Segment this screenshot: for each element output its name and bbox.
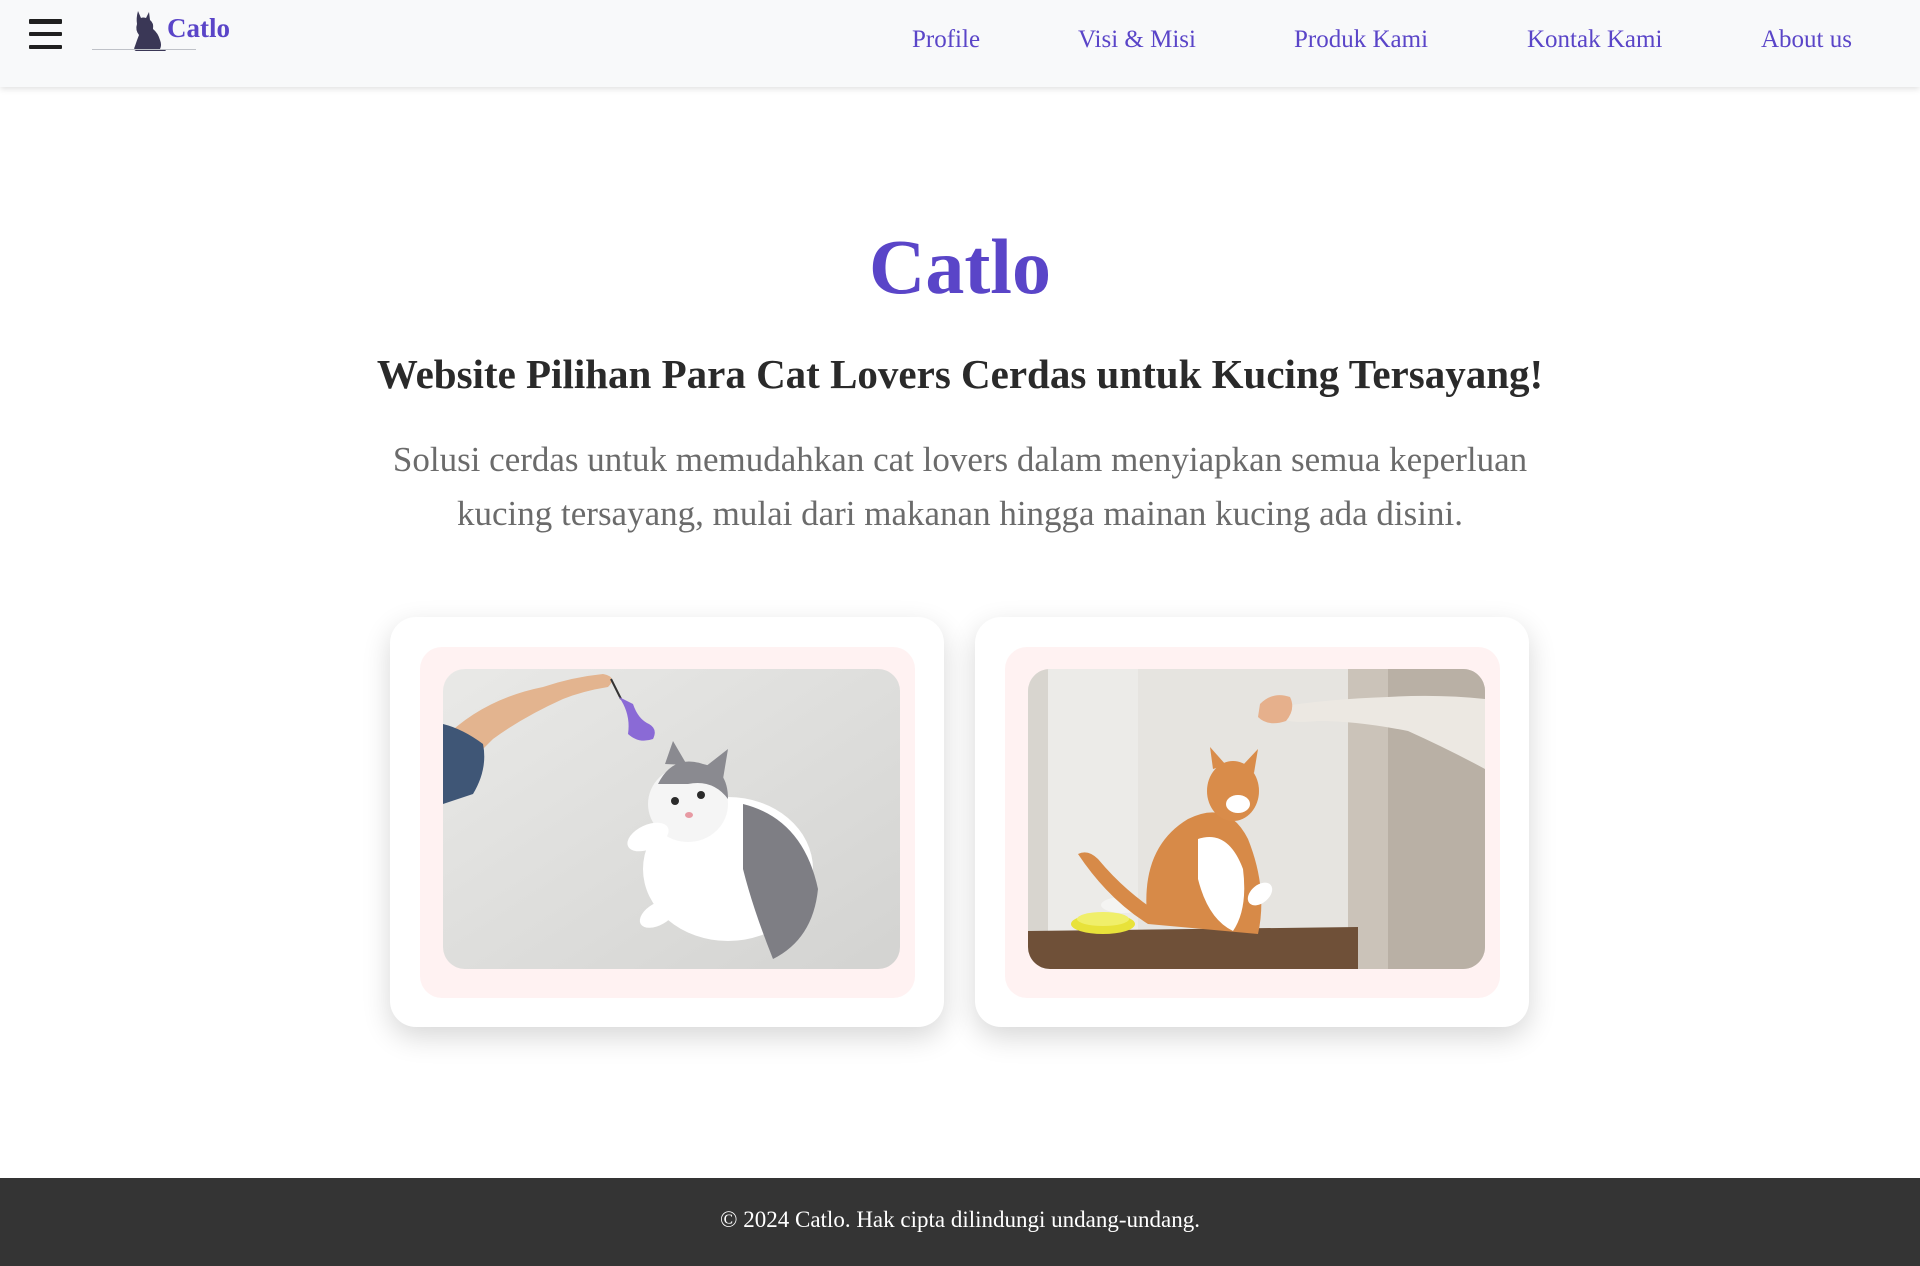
gallery-card-1 bbox=[390, 617, 944, 1027]
nav-link-kontak-kami[interactable]: Kontak Kami bbox=[1527, 26, 1662, 54]
hero-description: Solusi cerdas untuk memudahkan cat lover… bbox=[392, 440, 1528, 533]
nav-links: Profile Visi & Misi Produk Kami Kontak K… bbox=[0, 26, 1920, 62]
navbar: Catlo Profile Visi & Misi Produk Kami Ko… bbox=[0, 0, 1920, 87]
nav-link-profile[interactable]: Profile bbox=[912, 26, 980, 54]
footer-copyright: © 2024 Catlo. Hak cipta dilindungi undan… bbox=[720, 1207, 1200, 1232]
footer: © 2024 Catlo. Hak cipta dilindungi undan… bbox=[0, 1178, 1920, 1266]
gallery-card-frame bbox=[1005, 647, 1500, 998]
cat-playing-feather-image bbox=[443, 669, 900, 969]
menu-bar-top bbox=[29, 19, 62, 24]
hero-subtitle: Website Pilihan Para Cat Lovers Cerdas u… bbox=[376, 351, 1544, 397]
nav-link-about-us[interactable]: About us bbox=[1761, 26, 1852, 54]
nav-link-visi-misi[interactable]: Visi & Misi bbox=[1078, 26, 1196, 54]
gallery-card-frame bbox=[420, 647, 915, 998]
cat-reaching-hand-image bbox=[1028, 669, 1485, 969]
hero-title: Catlo bbox=[869, 223, 1051, 310]
nav-link-produk-kami[interactable]: Produk Kami bbox=[1294, 26, 1428, 54]
gallery-card-2 bbox=[975, 617, 1529, 1027]
